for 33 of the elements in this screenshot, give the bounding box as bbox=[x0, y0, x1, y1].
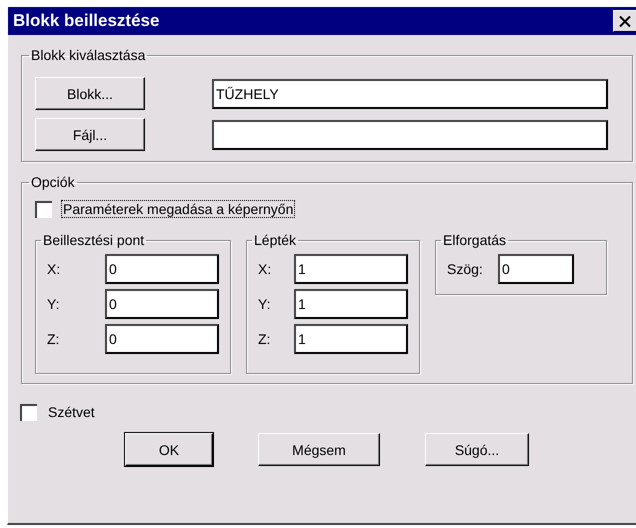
input-field[interactable]: 1 bbox=[294, 289, 408, 319]
group-title: Beillesztési pont bbox=[42, 232, 146, 248]
checkbox[interactable] bbox=[20, 404, 37, 420]
field-label: X: bbox=[47, 261, 62, 277]
group-title: Blokk kiválasztása bbox=[30, 47, 146, 63]
checkbox[interactable] bbox=[35, 200, 52, 218]
close-icon bbox=[619, 16, 631, 26]
input-field[interactable]: 0 bbox=[105, 289, 219, 319]
group-title: Elforgatás bbox=[442, 232, 508, 248]
browse-button[interactable]: Fájl... bbox=[35, 118, 145, 151]
dialog-button[interactable]: Mégsem bbox=[258, 433, 380, 466]
field-label: Z: bbox=[47, 331, 60, 347]
field-label: X: bbox=[258, 261, 272, 277]
dialog-button[interactable]: OK bbox=[125, 433, 213, 466]
input-field[interactable]: 0 bbox=[105, 324, 219, 354]
field-label: Y: bbox=[47, 296, 60, 312]
field-label: Szög: bbox=[447, 261, 484, 277]
input-field[interactable]: 1 bbox=[294, 324, 408, 354]
input-field[interactable]: 0 bbox=[105, 254, 219, 284]
group-title: Opciók bbox=[30, 174, 76, 190]
input-field[interactable] bbox=[212, 120, 608, 150]
close-button[interactable] bbox=[613, 10, 636, 32]
field-label: Z: bbox=[258, 331, 272, 347]
checkbox-label[interactable]: Paraméterek megadása a képernyőn bbox=[61, 200, 296, 218]
checkbox-label[interactable]: Szétvet bbox=[46, 403, 97, 421]
input-field[interactable]: 1 bbox=[294, 254, 408, 284]
browse-button[interactable]: Blokk... bbox=[35, 77, 145, 110]
input-field[interactable]: 0 bbox=[498, 254, 574, 284]
input-field[interactable]: TŰZHELY bbox=[212, 78, 608, 108]
dialog-button[interactable]: Súgó... bbox=[425, 433, 529, 466]
field-label: Y: bbox=[258, 296, 272, 312]
group-title: Lépték bbox=[253, 232, 298, 248]
window-title: Blokk beillesztése bbox=[13, 11, 160, 31]
